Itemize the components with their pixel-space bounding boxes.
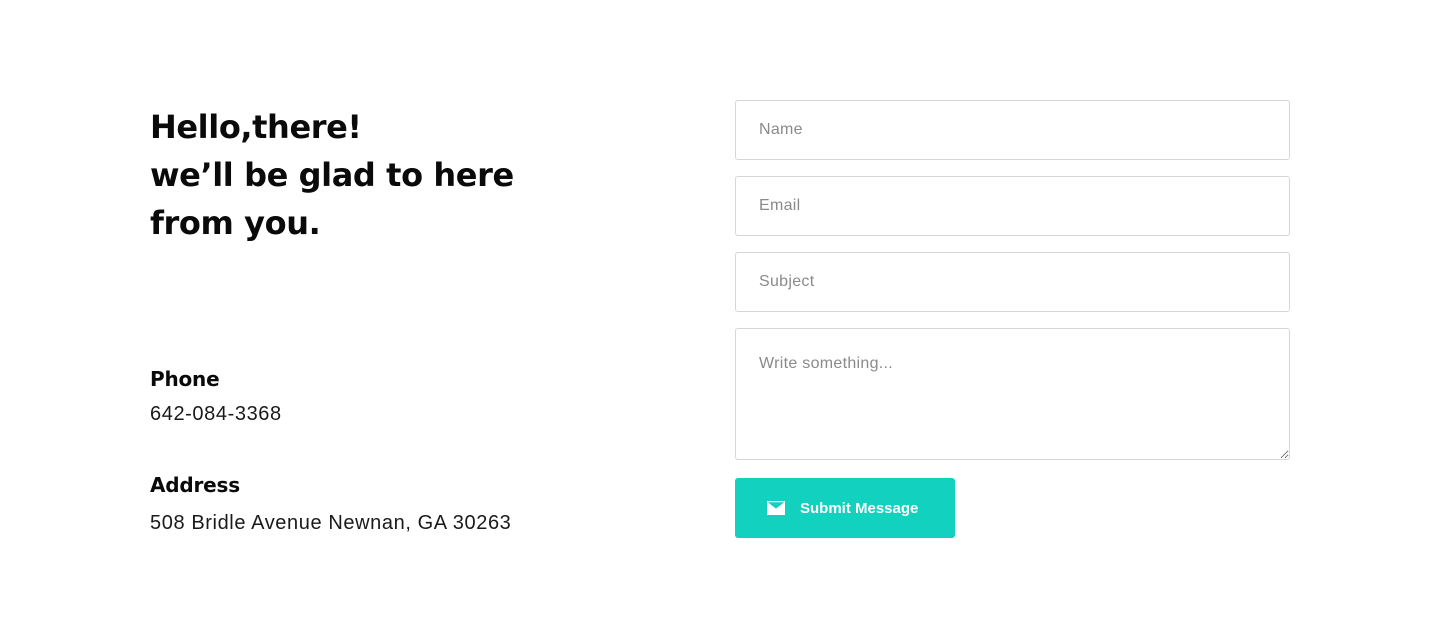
phone-label: Phone (150, 367, 220, 391)
contact-section: Hello,there! we’ll be glad to here from … (0, 0, 1440, 638)
subject-input[interactable] (735, 252, 1290, 312)
heading-line-1: Hello,there! (150, 108, 362, 146)
envelope-icon (767, 501, 785, 515)
heading-line-2: we’ll be glad to here (150, 156, 514, 194)
name-input[interactable] (735, 100, 1290, 160)
address-value: 508 Bridle Avenue Newnan, GA 30263 (150, 512, 512, 534)
heading-line-3: from you. (150, 204, 321, 242)
message-textarea[interactable] (735, 328, 1290, 460)
contact-heading: Hello,there! we’ll be glad to here from … (150, 103, 514, 247)
contact-form: Submit Message (735, 100, 1290, 538)
submit-message-button[interactable]: Submit Message (735, 478, 955, 538)
submit-label: Submit Message (800, 499, 919, 517)
address-label: Address (150, 473, 240, 497)
email-input[interactable] (735, 176, 1290, 236)
phone-value: 642-084-3368 (150, 403, 282, 425)
